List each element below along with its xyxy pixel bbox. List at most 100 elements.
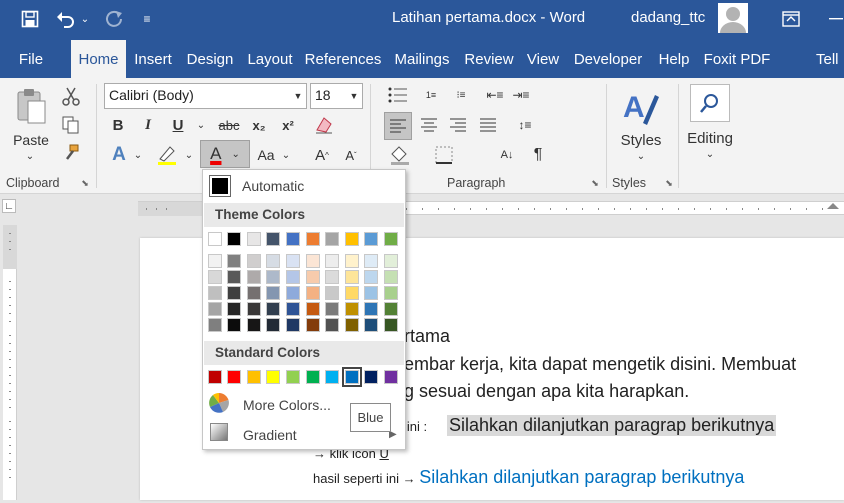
user-name[interactable]: dadang_ttc	[631, 9, 705, 26]
theme-shade-swatch[interactable]	[305, 270, 320, 284]
clipboard-launcher-icon[interactable]: ⬊	[80, 178, 90, 188]
standard-color-swatch[interactable]	[266, 370, 281, 384]
strikethrough-button[interactable]: abc	[216, 114, 242, 136]
theme-color-swatch[interactable]	[325, 232, 340, 246]
align-right-icon[interactable]	[447, 114, 469, 136]
undo-icon[interactable]	[55, 8, 77, 30]
theme-color-swatch[interactable]	[285, 232, 300, 246]
theme-shade-swatch[interactable]	[285, 318, 300, 332]
theme-shade-swatch[interactable]	[207, 270, 222, 284]
superscript-button[interactable]: x²	[277, 114, 299, 136]
decrease-indent-icon[interactable]: ⇤≡	[484, 84, 506, 106]
subscript-button[interactable]: x₂	[248, 114, 270, 136]
minimize-icon[interactable]	[828, 8, 844, 30]
theme-shade-swatch[interactable]	[246, 302, 261, 316]
theme-color-swatch[interactable]	[383, 232, 398, 246]
undo-dropdown-icon[interactable]: ⌄	[80, 8, 90, 30]
theme-shade-swatch[interactable]	[344, 270, 359, 284]
underline-dropdown-icon[interactable]: ⌄	[196, 118, 206, 132]
theme-shade-swatch[interactable]	[266, 302, 281, 316]
tab-design[interactable]: Design	[183, 40, 237, 78]
text-effects-dropdown-icon[interactable]: ⌄	[133, 148, 143, 162]
theme-color-swatch[interactable]	[364, 232, 379, 246]
font-color-dropdown-icon[interactable]: ⌄	[231, 149, 239, 160]
editing-button[interactable]: Editing	[682, 128, 738, 148]
change-case-button[interactable]: Aa	[254, 144, 278, 166]
editing-dropdown-icon[interactable]: ⌄	[704, 148, 716, 160]
theme-shade-swatch[interactable]	[344, 286, 359, 300]
standard-color-swatch[interactable]	[341, 367, 362, 387]
theme-shade-swatch[interactable]	[364, 286, 379, 300]
show-marks-icon[interactable]: ¶	[527, 144, 549, 166]
theme-shade-swatch[interactable]	[266, 286, 281, 300]
tab-mailings[interactable]: Mailings	[390, 40, 454, 78]
theme-shade-swatch[interactable]	[325, 318, 340, 332]
tab-review[interactable]: Review	[462, 40, 516, 78]
theme-color-swatch[interactable]	[344, 232, 359, 246]
theme-shade-swatch[interactable]	[383, 270, 398, 284]
theme-shade-swatch[interactable]	[246, 254, 261, 268]
customize-qat-icon[interactable]: ≡	[140, 8, 154, 30]
theme-shade-swatch[interactable]	[285, 286, 300, 300]
highlight-dropdown-icon[interactable]: ⌄	[184, 148, 194, 162]
text-effects-icon[interactable]: A	[108, 144, 130, 166]
theme-color-swatch[interactable]	[266, 232, 281, 246]
paste-icon[interactable]	[12, 86, 50, 126]
theme-shade-swatch[interactable]	[364, 270, 379, 284]
theme-shade-swatch[interactable]	[383, 318, 398, 332]
theme-shade-swatch[interactable]	[207, 286, 222, 300]
align-left-button[interactable]	[384, 112, 412, 140]
tab-file[interactable]: File	[10, 40, 52, 78]
styles-button[interactable]: Styles	[615, 130, 667, 150]
paste-dropdown-icon[interactable]: ⌄	[24, 150, 36, 162]
clear-formatting-icon[interactable]	[313, 114, 335, 136]
theme-shade-swatch[interactable]	[285, 254, 300, 268]
tab-foxit-pdf[interactable]: Foxit PDF	[702, 40, 772, 78]
theme-shade-swatch[interactable]	[246, 270, 261, 284]
theme-color-swatch[interactable]	[207, 232, 222, 246]
styles-dropdown-icon[interactable]: ⌄	[635, 150, 647, 162]
avatar[interactable]	[718, 3, 748, 33]
theme-shade-swatch[interactable]	[285, 302, 300, 316]
theme-shade-swatch[interactable]	[227, 286, 242, 300]
standard-color-swatch[interactable]	[285, 370, 300, 384]
theme-shade-swatch[interactable]	[325, 270, 340, 284]
theme-shade-swatch[interactable]	[344, 302, 359, 316]
change-case-dropdown-icon[interactable]: ⌄	[281, 148, 291, 162]
underline-button[interactable]: U	[168, 114, 188, 136]
theme-shade-swatch[interactable]	[325, 286, 340, 300]
more-colors-option[interactable]: More Colors...	[243, 397, 331, 413]
theme-shade-swatch[interactable]	[227, 318, 242, 332]
font-name-select[interactable]: Calibri (Body)	[104, 83, 307, 109]
tab-selector-icon[interactable]: ∟	[2, 199, 16, 213]
shading-icon[interactable]	[387, 144, 413, 166]
theme-shade-swatch[interactable]	[305, 286, 320, 300]
theme-shade-swatch[interactable]	[266, 254, 281, 268]
tab-tell-me[interactable]: Tell	[816, 40, 844, 78]
font-size-dropdown-icon[interactable]: ▼	[348, 89, 360, 103]
bullets-icon[interactable]	[387, 84, 409, 106]
grow-font-icon[interactable]: A ^	[311, 144, 333, 166]
borders-icon[interactable]	[433, 144, 455, 166]
italic-button[interactable]: I	[138, 114, 158, 136]
theme-shade-swatch[interactable]	[207, 318, 222, 332]
automatic-option[interactable]: Automatic	[242, 178, 304, 194]
theme-shade-swatch[interactable]	[305, 254, 320, 268]
theme-shade-swatch[interactable]	[246, 318, 261, 332]
tab-home[interactable]: Home	[71, 40, 126, 78]
theme-shade-swatch[interactable]	[246, 286, 261, 300]
vertical-ruler[interactable]	[3, 225, 17, 500]
increase-indent-icon[interactable]: ⇥≡	[510, 84, 532, 106]
sort-icon[interactable]: A↓	[496, 144, 518, 166]
font-color-button[interactable]: A ⌄	[200, 140, 250, 168]
theme-shade-swatch[interactable]	[285, 270, 300, 284]
line-spacing-icon[interactable]: ↕≡	[512, 114, 538, 136]
theme-shade-swatch[interactable]	[383, 302, 398, 316]
justify-icon[interactable]	[477, 114, 499, 136]
theme-shade-swatch[interactable]	[364, 318, 379, 332]
theme-shade-swatch[interactable]	[364, 254, 379, 268]
highlight-color-icon[interactable]	[155, 144, 179, 166]
theme-shade-swatch[interactable]	[227, 270, 242, 284]
format-painter-icon[interactable]	[60, 142, 82, 164]
theme-shade-swatch[interactable]	[325, 302, 340, 316]
